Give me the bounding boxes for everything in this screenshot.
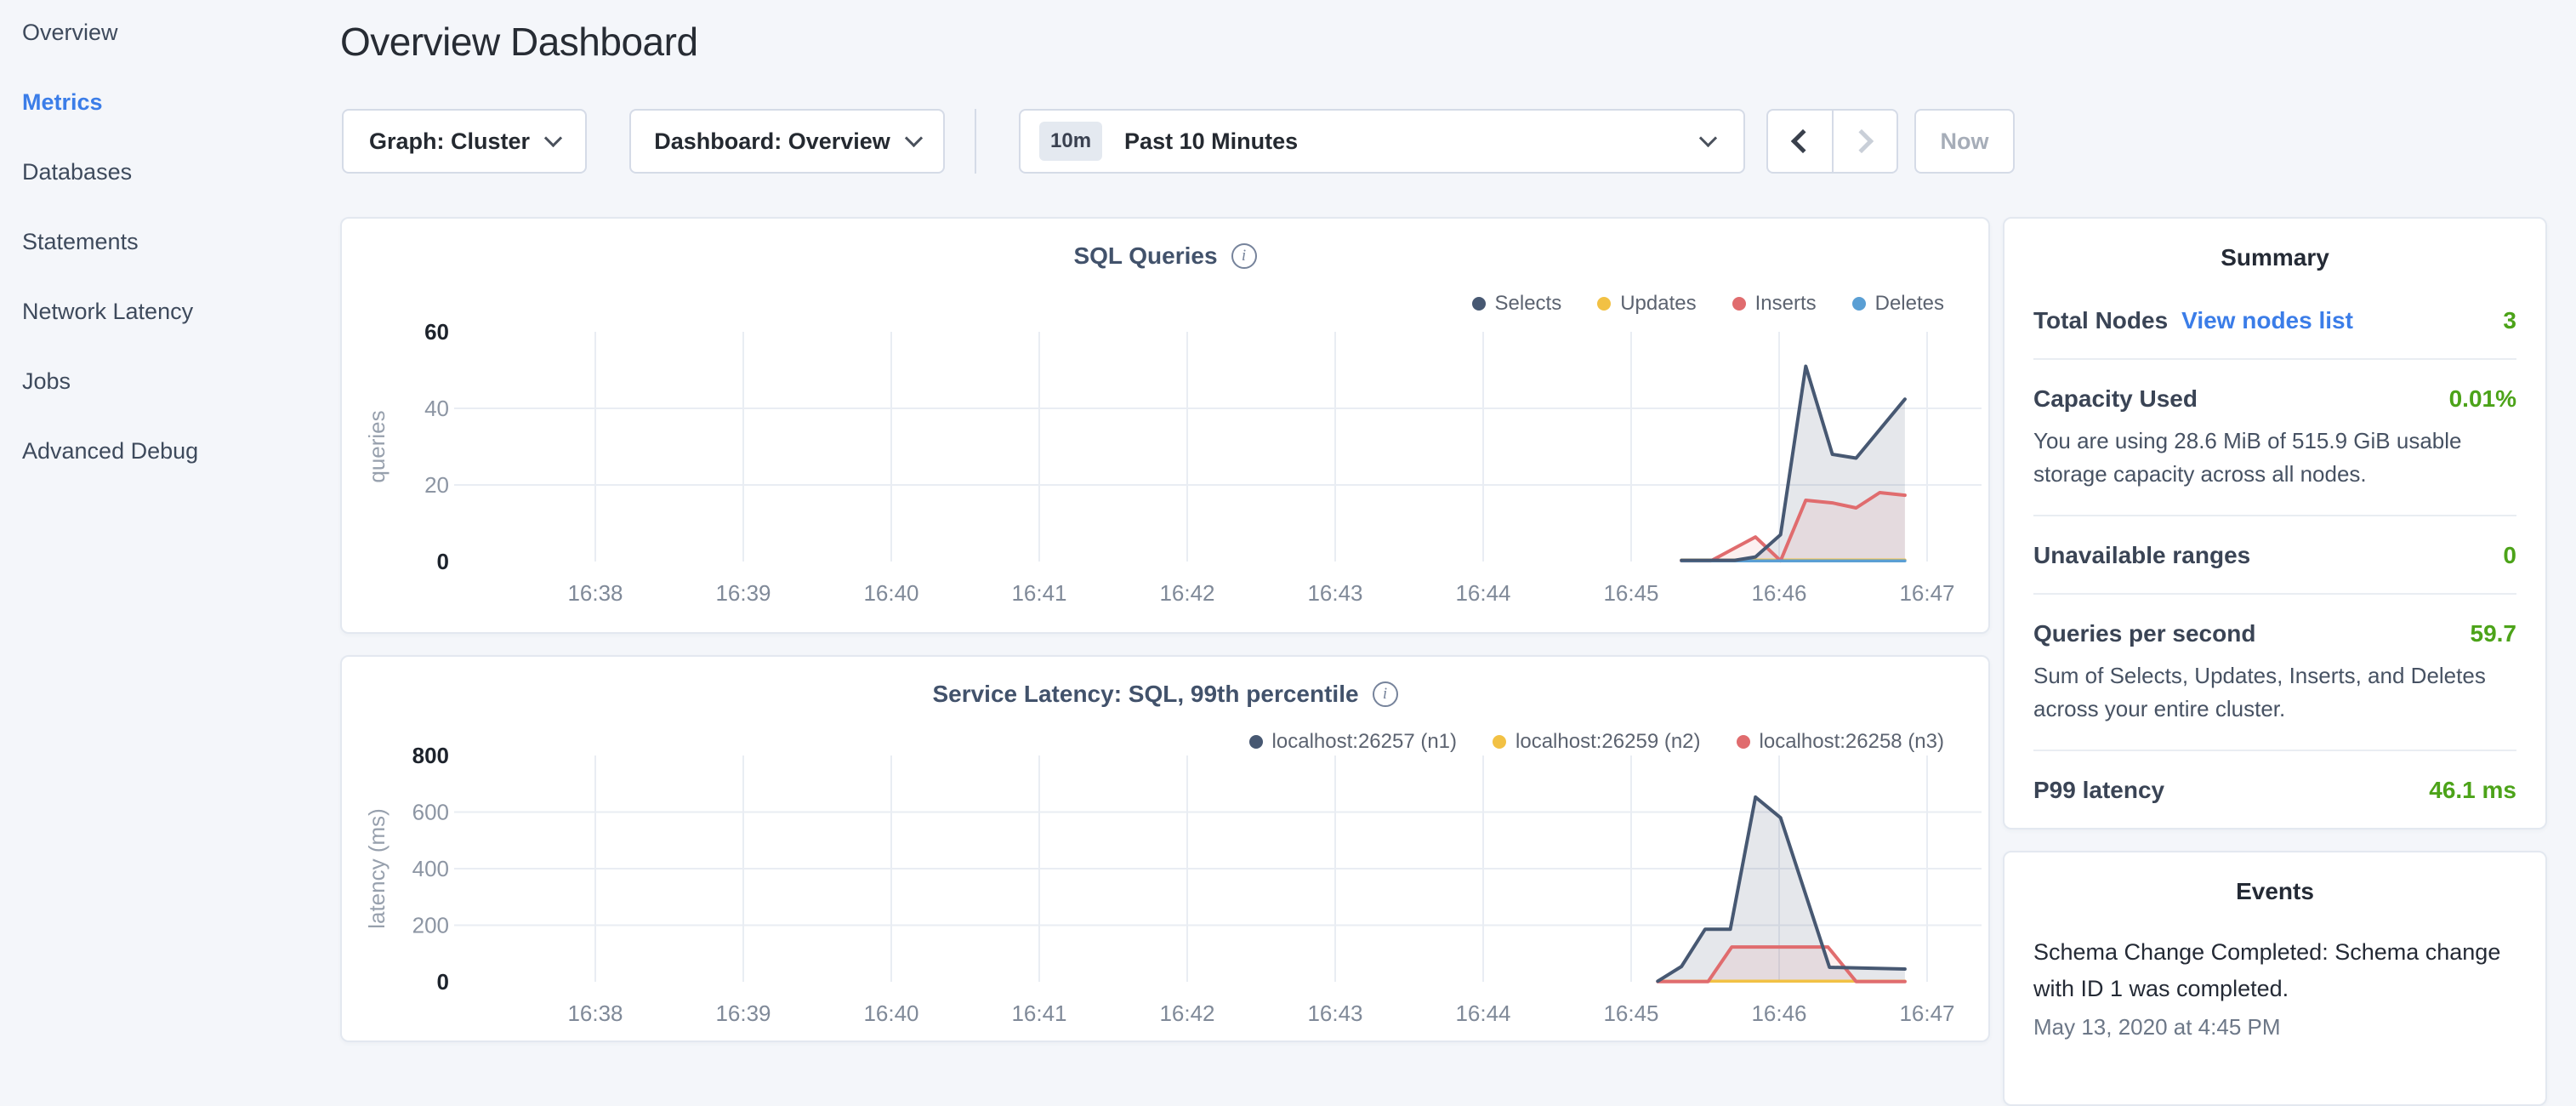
x-tick-label: 16:42 [1159, 580, 1214, 606]
summary-value: 3 [2503, 307, 2516, 334]
summary-row-queries-per-second: Queries per second 59.7 Sum of Selects, Up… [2033, 593, 2516, 750]
event-timestamp: May 13, 2020 at 4:45 PM [2033, 1014, 2516, 1040]
summary-title: Summary [2033, 244, 2516, 271]
summary-value: 0 [2503, 542, 2516, 569]
sidebar-item-jobs[interactable]: Jobs [0, 346, 323, 416]
summary-label: Total Nodes [2033, 307, 2168, 334]
sidebar-item-network-latency[interactable]: Network Latency [0, 276, 323, 346]
chevron-down-icon [905, 129, 923, 147]
chevron-down-icon [544, 129, 562, 147]
y-tick-label: 40 [424, 396, 449, 421]
x-tick-label: 16:47 [1899, 580, 1954, 606]
x-tick-label: 16:38 [567, 1001, 623, 1026]
chart-plot[interactable]: 16:38 16:39 16:40 16:41 16:42 16:43 16:44 16:45… [342, 657, 1992, 1044]
x-tick-label: 16:40 [863, 580, 918, 606]
x-tick-label: 16:44 [1455, 580, 1510, 606]
sidebar-item-advanced-debug[interactable]: Advanced Debug [0, 416, 323, 486]
y-tick-label: 60 [424, 319, 449, 345]
x-tick-label: 16:44 [1455, 1001, 1510, 1026]
y-tick-label: 0 [437, 549, 449, 574]
chevron-left-icon [1791, 129, 1815, 153]
sidebar-item-overview[interactable]: Overview [0, 0, 323, 67]
x-tick-label: 16:41 [1011, 1001, 1066, 1026]
chevron-down-icon [1699, 129, 1717, 147]
sidebar: OverviewMetricsDatabasesStatementsNetwor… [0, 0, 323, 1049]
summary-description: Sum of Selects, Updates, Inserts, and De… [2033, 659, 2516, 726]
chevron-right-icon [1850, 129, 1874, 153]
summary-value: 46.1 ms [2429, 777, 2516, 804]
x-tick-label: 16:38 [567, 580, 623, 606]
y-tick-label: 800 [412, 743, 449, 768]
graph-dropdown-label: Graph: Cluster [369, 128, 530, 155]
time-pager [1766, 109, 1898, 174]
x-tick-label: 16:47 [1899, 1001, 1954, 1026]
summary-panel: Summary Total Nodes View nodes list 3 Capac… [2003, 217, 2547, 830]
x-tick-label: 16:39 [715, 1001, 771, 1026]
x-tick-label: 16:42 [1159, 1001, 1214, 1026]
events-title: Events [2033, 878, 2516, 905]
y-tick-label: 200 [412, 913, 449, 938]
event-message: Schema Change Completed: Schema change w… [2033, 934, 2516, 1007]
view-nodes-list-link[interactable]: View nodes list [2181, 307, 2353, 334]
x-tick-label: 16:46 [1751, 580, 1806, 606]
summary-label: P99 latency [2033, 777, 2164, 804]
x-tick-label: 16:41 [1011, 580, 1066, 606]
y-axis-title: latency (ms) [364, 808, 390, 929]
main-content: Overview Dashboard Graph: Cluster Dashbo… [340, 0, 1990, 1052]
x-tick-label: 16:39 [715, 580, 771, 606]
dashboard-dropdown-label: Dashboard: Overview [654, 128, 890, 155]
sidebar-item-metrics[interactable]: Metrics [0, 67, 323, 137]
x-tick-label: 16:43 [1307, 1001, 1362, 1026]
summary-row-capacity-used: Capacity Used 0.01% You are using 28.6 MiB… [2033, 358, 2516, 515]
y-axis-title: queries [364, 410, 390, 482]
now-button[interactable]: Now [1914, 109, 2015, 174]
graph-dropdown[interactable]: Graph: Cluster [342, 109, 587, 174]
prev-time-button[interactable] [1768, 111, 1832, 172]
y-tick-label: 600 [412, 800, 449, 825]
y-tick-label: 400 [412, 856, 449, 881]
x-tick-label: 16:45 [1603, 1001, 1658, 1026]
y-tick-label: 20 [424, 472, 449, 498]
x-tick-label: 16:46 [1751, 1001, 1806, 1026]
sidebar-item-statements[interactable]: Statements [0, 207, 323, 276]
summary-label: Queries per second [2033, 620, 2255, 647]
chart-plot[interactable]: 16:38 16:39 16:40 16:41 16:42 16:43 16:44 16:45… [342, 219, 1992, 636]
time-range-dropdown[interactable]: 10m Past 10 Minutes [1019, 109, 1745, 174]
x-tick-label: 16:43 [1307, 580, 1362, 606]
x-tick-label: 16:40 [863, 1001, 918, 1026]
summary-row-unavailable-ranges: Unavailable ranges 0 [2033, 515, 2516, 593]
sql-queries-chart-card: SQL Queries i SelectsUpdatesInsertsDelet… [340, 217, 1990, 634]
summary-rows: Total Nodes View nodes list 3 Capacity Used… [2033, 282, 2516, 828]
next-time-button[interactable] [1832, 111, 1897, 172]
summary-row-total-nodes: Total Nodes View nodes list 3 [2033, 282, 2516, 358]
service-latency-chart-card: Service Latency: SQL, 99th percentile i … [340, 655, 1990, 1042]
summary-row-p99-latency: P99 latency 46.1 ms [2033, 750, 2516, 828]
summary-label: Unavailable ranges [2033, 542, 2250, 569]
y-tick-label: 0 [437, 969, 449, 995]
toolbar: Graph: Cluster Dashboard: Overview 10m P… [340, 109, 1990, 174]
summary-value: 0.01% [2449, 385, 2516, 413]
time-range-label: Past 10 Minutes [1124, 128, 1298, 155]
x-tick-label: 16:45 [1603, 580, 1658, 606]
time-range-badge: 10m [1039, 122, 1102, 161]
summary-value: 59.7 [2471, 620, 2517, 647]
dashboard-dropdown[interactable]: Dashboard: Overview [629, 109, 945, 174]
summary-label: Capacity Used [2033, 385, 2198, 413]
events-panel: Events Schema Change Completed: Schema c… [2003, 851, 2547, 1106]
page-title: Overview Dashboard [340, 19, 698, 65]
sidebar-item-databases[interactable]: Databases [0, 137, 323, 207]
events-list: Schema Change Completed: Schema change w… [2033, 934, 2516, 1040]
toolbar-divider [975, 109, 976, 174]
summary-description: You are using 28.6 MiB of 515.9 GiB usab… [2033, 425, 2516, 491]
